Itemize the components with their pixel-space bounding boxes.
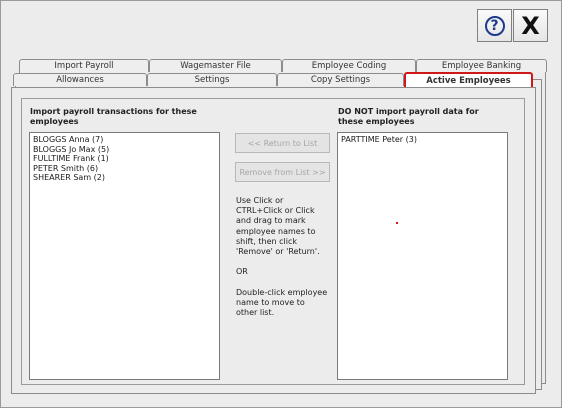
list-item[interactable]: BLOGGS Jo Max (5)	[33, 145, 216, 155]
tab-employee-banking[interactable]: Employee Banking	[416, 59, 547, 72]
close-icon: X	[521, 11, 540, 40]
list-item[interactable]: BLOGGS Anna (7)	[33, 135, 216, 145]
close-button[interactable]: X	[513, 9, 548, 42]
tab-label: Allowances	[56, 75, 104, 85]
tab-employee-coding[interactable]: Employee Coding	[282, 59, 416, 72]
exclude-list-heading: DO NOT import payroll data for these emp…	[338, 107, 479, 126]
stray-dot	[396, 222, 398, 224]
dialog-window: ? X Import Payroll Wagemaster File Emplo…	[0, 0, 562, 408]
tab-label: Active Employees	[426, 75, 511, 86]
tab-label: Settings	[194, 75, 230, 85]
employees-group: Import payroll transactions for these em…	[21, 98, 525, 385]
import-list-heading: Import payroll transactions for these em…	[30, 107, 197, 126]
tab-label: Import Payroll	[54, 61, 114, 71]
tab-label: Employee Banking	[441, 61, 522, 71]
help-question-icon: ?	[484, 15, 505, 36]
tab-wagemaster-file[interactable]: Wagemaster File	[149, 59, 282, 72]
tab-import-payroll[interactable]: Import Payroll	[19, 59, 149, 72]
tab-copy-settings[interactable]: Copy Settings	[277, 73, 404, 86]
tab-settings[interactable]: Settings	[147, 73, 277, 86]
tab-allowances[interactable]: Allowances	[13, 73, 147, 86]
list-item[interactable]: SHEARER Sam (2)	[33, 173, 216, 183]
import-employees-listbox[interactable]: BLOGGS Anna (7) BLOGGS Jo Max (5) FULLTI…	[29, 132, 220, 380]
exclude-employees-listbox[interactable]: PARTTIME Peter (3)	[337, 132, 508, 380]
list-item[interactable]: PETER Smith (6)	[33, 164, 216, 174]
help-button[interactable]: ?	[477, 9, 512, 42]
return-to-list-button[interactable]: << Return to List	[235, 133, 330, 153]
remove-from-list-button[interactable]: Remove from List >>	[235, 162, 330, 182]
active-employees-panel: Import payroll transactions for these em…	[11, 87, 536, 394]
tab-label: Employee Coding	[311, 61, 387, 71]
list-item[interactable]: PARTTIME Peter (3)	[341, 135, 504, 145]
instructions-paragraph: Double-click employee name to move to ot…	[236, 287, 328, 318]
instructions-text: Use Click or CTRL+Click or Click and dra…	[236, 196, 328, 329]
list-item[interactable]: FULLTIME Frank (1)	[33, 154, 216, 164]
instructions-paragraph: Use Click or CTRL+Click or Click and dra…	[236, 196, 320, 257]
tab-label: Wagemaster File	[180, 61, 251, 71]
tab-label: Copy Settings	[310, 75, 371, 85]
instructions-or: OR	[236, 267, 248, 277]
